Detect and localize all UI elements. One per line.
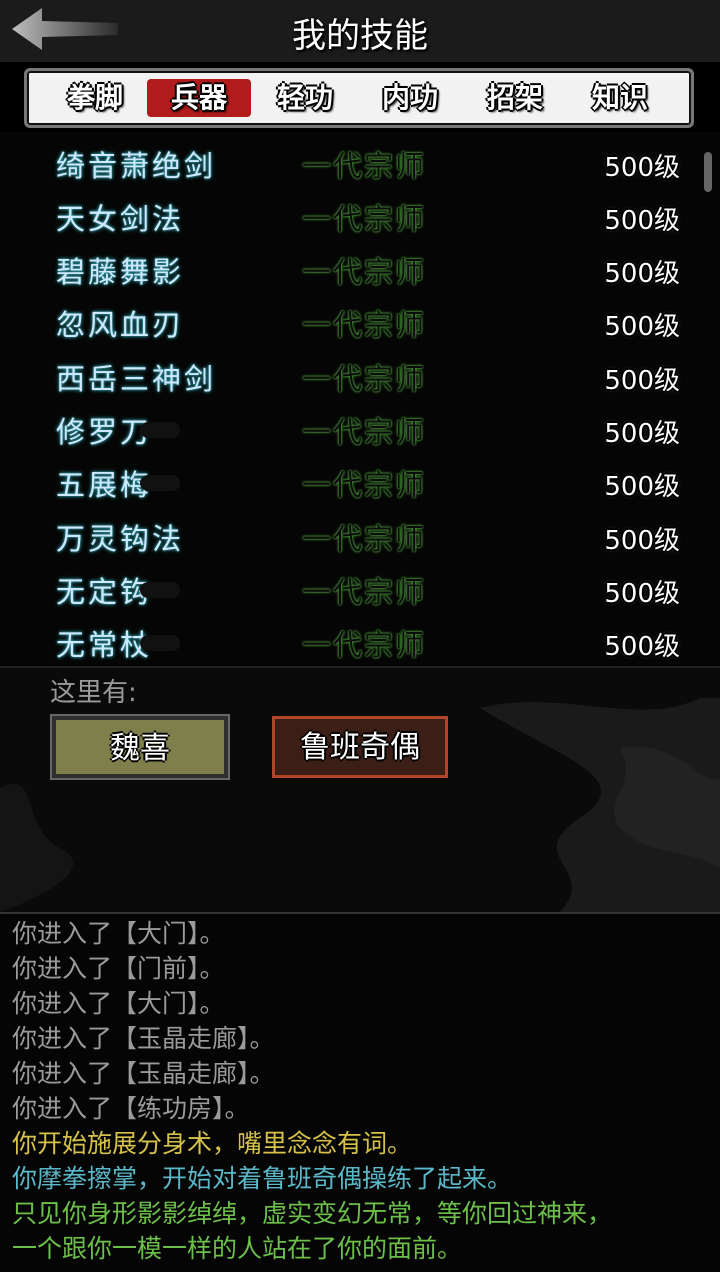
skill-row[interactable]: 西岳三神剑 一代宗师 500级 [0,350,720,403]
skill-row[interactable]: 五展梅 一代宗师 500级 [0,456,720,509]
skill-row[interactable]: 绮音萧绝剑 一代宗师 500级 [0,137,720,190]
log-line: 你进入了【玉晶走廊】。 [12,1024,275,1053]
log-line: 你进入了【玉晶走廊】。 [12,1059,275,1088]
log-line: 只见你身形影影绰绰，虚实变幻无常，等你回过神来， [12,1199,613,1228]
message-log[interactable]: 你进入了【大门】。 你进入了【门前】。 你进入了【大门】。 你进入了【玉晶走廊】… [0,912,720,1272]
skill-level: 500级 [604,366,680,396]
skill-rank: 一代宗师 [302,415,427,449]
log-line: 你摩拳擦掌，开始对着鲁班奇偶操练了起来。 [12,1164,513,1193]
skill-rank: 一代宗师 [302,202,427,236]
skill-level: 500级 [604,419,680,449]
skill-name: 五展梅 [56,462,181,504]
log-line: 你进入了【练功房】。 [12,1094,250,1123]
skill-rank: 一代宗师 [302,308,427,342]
tab-lightness[interactable]: 轻功 [253,79,357,117]
skill-name: 绮音萧绝剑 [56,149,217,183]
skill-rank: 一代宗师 [302,575,427,609]
skill-row[interactable]: 无定钩 一代宗师 500级 [0,563,720,616]
skill-name: 修罗刀 [56,409,181,451]
skill-row[interactable]: 碧藤舞影 一代宗师 500级 [0,243,720,296]
tab-weapon[interactable]: 兵器 [147,79,251,117]
log-line: 一个跟你一模一样的人站在了你的面前。 [12,1234,463,1263]
skill-row[interactable]: 天女剑法 一代宗师 500级 [0,190,720,243]
skill-level: 500级 [604,153,680,183]
log-line: 你进入了【大门】。 [12,919,225,948]
tab-knowledge[interactable]: 知识 [568,79,672,117]
skill-list[interactable]: 绮音萧绝剑 一代宗师 500级 天女剑法 一代宗师 500级 碧藤舞影 一代宗师… [0,132,720,668]
skill-level: 500级 [604,632,680,662]
skill-row[interactable]: 万灵钩法 一代宗师 500级 [0,510,720,563]
log-line: 你进入了【门前】。 [12,954,225,983]
skill-row[interactable]: 修罗刀 一代宗师 500级 [0,403,720,456]
scene-label: 这里有: [50,678,137,708]
skill-rank: 一代宗师 [302,362,427,396]
skill-level: 500级 [604,206,680,236]
tab-parry[interactable]: 招架 [463,79,567,117]
page-title: 我的技能 [292,16,428,56]
skill-rank: 一代宗师 [302,255,427,289]
skill-name: 忽风血刃 [56,308,185,342]
npc-button-weixi[interactable]: 魏喜 [52,716,228,778]
log-line: 你进入了【大门】。 [12,989,225,1018]
npc-button-puppet[interactable]: 鲁班奇偶 [272,716,448,778]
skill-row[interactable]: 无常杖 一代宗师 500级 [0,616,720,666]
tab-internal[interactable]: 内功 [358,79,462,117]
skill-level: 500级 [604,472,680,502]
log-line: 你开始施展分身术，嘴里念念有词。 [12,1129,413,1158]
skill-level: 500级 [604,579,680,609]
scene-panel: 这里有: 魏喜 鲁班奇偶 [0,668,720,912]
skill-name: 天女剑法 [56,202,185,236]
skill-row[interactable]: 忽风血刃 一代宗师 500级 [0,296,720,349]
skill-level: 500级 [604,526,680,556]
skill-rank: 一代宗师 [302,522,427,556]
scrollbar[interactable] [704,152,712,192]
skill-name: 无定钩 [56,569,181,611]
skill-name: 无常杖 [56,622,181,664]
skill-level: 500级 [604,259,680,289]
skill-rank: 一代宗师 [302,628,427,662]
skill-name: 碧藤舞影 [56,255,185,289]
tab-fist[interactable]: 拳脚 [43,79,147,117]
skill-rank: 一代宗师 [302,468,427,502]
skill-rank: 一代宗师 [302,149,427,183]
skill-name: 万灵钩法 [56,522,185,556]
header-bar: 我的技能 [0,0,720,63]
skill-level: 500级 [604,312,680,342]
skill-name: 西岳三神剑 [56,362,217,396]
skill-tab-bar: 拳脚 兵器 轻功 内功 招架 知识 [24,68,694,128]
